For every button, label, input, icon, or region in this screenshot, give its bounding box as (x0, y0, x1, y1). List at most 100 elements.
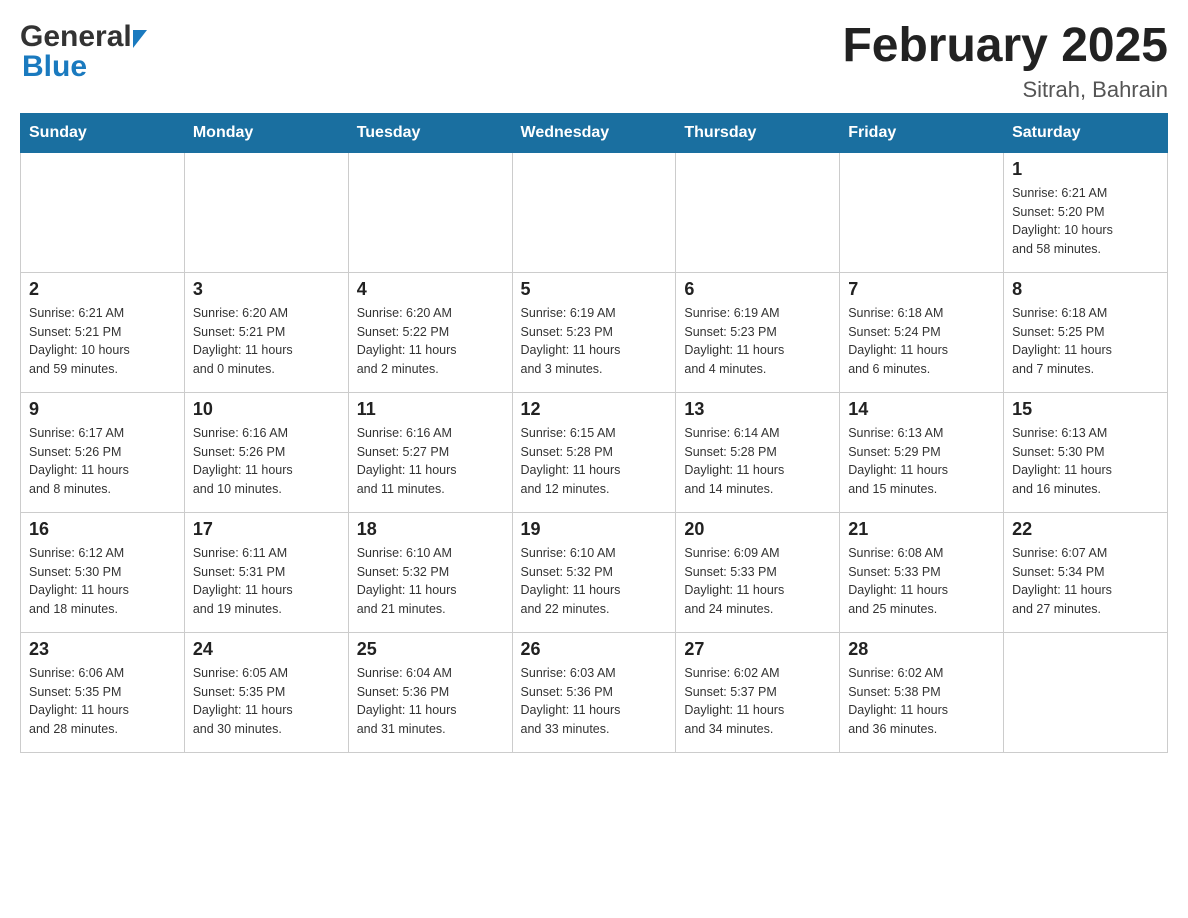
week-row-3: 9 Sunrise: 6:17 AMSunset: 5:26 PMDaylight… (21, 392, 1168, 512)
logo: General Blue (20, 20, 147, 84)
day-info: Sunrise: 6:13 AMSunset: 5:30 PMDaylight:… (1012, 424, 1159, 499)
day-number: 5 (521, 279, 668, 300)
day-cell: 17 Sunrise: 6:11 AMSunset: 5:31 PMDayligh… (184, 512, 348, 632)
day-number: 17 (193, 519, 340, 540)
day-number: 21 (848, 519, 995, 540)
weekday-header-friday: Friday (840, 113, 1004, 152)
day-number: 19 (521, 519, 668, 540)
day-cell: 21 Sunrise: 6:08 AMSunset: 5:33 PMDayligh… (840, 512, 1004, 632)
day-number: 26 (521, 639, 668, 660)
day-info: Sunrise: 6:02 AMSunset: 5:37 PMDaylight:… (684, 664, 831, 739)
day-number: 11 (357, 399, 504, 420)
day-number: 9 (29, 399, 176, 420)
day-cell: 22 Sunrise: 6:07 AMSunset: 5:34 PMDayligh… (1004, 512, 1168, 632)
day-cell: 9 Sunrise: 6:17 AMSunset: 5:26 PMDaylight… (21, 392, 185, 512)
day-cell (348, 152, 512, 272)
week-row-4: 16Sunrise: 6:12 AMSunset: 5:30 PMDayligh… (21, 512, 1168, 632)
day-cell (840, 152, 1004, 272)
day-info: Sunrise: 6:19 AMSunset: 5:23 PMDaylight:… (684, 304, 831, 379)
day-info: Sunrise: 6:05 AMSunset: 5:35 PMDaylight:… (193, 664, 340, 739)
day-info: Sunrise: 6:06 AMSunset: 5:35 PMDaylight:… (29, 664, 176, 739)
day-cell: 7 Sunrise: 6:18 AMSunset: 5:24 PMDaylight… (840, 272, 1004, 392)
day-cell (184, 152, 348, 272)
day-info: Sunrise: 6:08 AMSunset: 5:33 PMDaylight:… (848, 544, 995, 619)
day-number: 20 (684, 519, 831, 540)
day-info: Sunrise: 6:21 AMSunset: 5:20 PMDaylight:… (1012, 184, 1159, 259)
day-info: Sunrise: 6:04 AMSunset: 5:36 PMDaylight:… (357, 664, 504, 739)
logo-arrow-icon (133, 30, 147, 48)
day-cell (21, 152, 185, 272)
day-cell: 6 Sunrise: 6:19 AMSunset: 5:23 PMDaylight… (676, 272, 840, 392)
day-cell: 28 Sunrise: 6:02 AMSunset: 5:38 PMDayligh… (840, 632, 1004, 752)
day-info: Sunrise: 6:02 AMSunset: 5:38 PMDaylight:… (848, 664, 995, 739)
weekday-header-sunday: Sunday (21, 113, 185, 152)
day-cell: 11 Sunrise: 6:16 AMSunset: 5:27 PMDayligh… (348, 392, 512, 512)
day-cell: 13 Sunrise: 6:14 AMSunset: 5:28 PMDayligh… (676, 392, 840, 512)
day-info: Sunrise: 6:18 AMSunset: 5:25 PMDaylight:… (1012, 304, 1159, 379)
day-number: 6 (684, 279, 831, 300)
weekday-header-tuesday: Tuesday (348, 113, 512, 152)
day-info: Sunrise: 6:14 AMSunset: 5:28 PMDaylight:… (684, 424, 831, 499)
day-info: Sunrise: 6:16 AMSunset: 5:26 PMDaylight:… (193, 424, 340, 499)
day-number: 18 (357, 519, 504, 540)
month-title: February 2025 (842, 20, 1168, 73)
day-cell: 12 Sunrise: 6:15 AMSunset: 5:28 PMDayligh… (512, 392, 676, 512)
day-number: 25 (357, 639, 504, 660)
day-info: Sunrise: 6:07 AMSunset: 5:34 PMDaylight:… (1012, 544, 1159, 619)
day-cell: 26 Sunrise: 6:03 AMSunset: 5:36 PMDayligh… (512, 632, 676, 752)
day-number: 27 (684, 639, 831, 660)
day-info: Sunrise: 6:17 AMSunset: 5:26 PMDaylight:… (29, 424, 176, 499)
day-number: 14 (848, 399, 995, 420)
day-number: 7 (848, 279, 995, 300)
logo-blue-text: Blue (22, 50, 87, 84)
day-number: 10 (193, 399, 340, 420)
page-header: General Blue February 2025 Sitrah, Bahra… (20, 20, 1168, 103)
day-cell: 15 Sunrise: 6:13 AMSunset: 5:30 PMDayligh… (1004, 392, 1168, 512)
day-cell: 19 Sunrise: 6:10 AMSunset: 5:32 PMDayligh… (512, 512, 676, 632)
day-number: 22 (1012, 519, 1159, 540)
day-cell: 8Sunrise: 6:18 AMSunset: 5:25 PMDaylight… (1004, 272, 1168, 392)
weekday-header-wednesday: Wednesday (512, 113, 676, 152)
day-cell: 27 Sunrise: 6:02 AMSunset: 5:37 PMDayligh… (676, 632, 840, 752)
day-cell: 25 Sunrise: 6:04 AMSunset: 5:36 PMDayligh… (348, 632, 512, 752)
day-number: 12 (521, 399, 668, 420)
day-number: 16 (29, 519, 176, 540)
day-cell: 18Sunrise: 6:10 AMSunset: 5:32 PMDayligh… (348, 512, 512, 632)
day-info: Sunrise: 6:11 AMSunset: 5:31 PMDaylight:… (193, 544, 340, 619)
day-cell: 14 Sunrise: 6:13 AMSunset: 5:29 PMDayligh… (840, 392, 1004, 512)
weekday-header-row: SundayMondayTuesdayWednesdayThursdayFrid… (21, 113, 1168, 152)
day-number: 1 (1012, 159, 1159, 180)
day-info: Sunrise: 6:18 AMSunset: 5:24 PMDaylight:… (848, 304, 995, 379)
day-number: 28 (848, 639, 995, 660)
day-number: 4 (357, 279, 504, 300)
week-row-2: 2Sunrise: 6:21 AMSunset: 5:21 PMDaylight… (21, 272, 1168, 392)
day-cell: 2Sunrise: 6:21 AMSunset: 5:21 PMDaylight… (21, 272, 185, 392)
day-cell: 4 Sunrise: 6:20 AMSunset: 5:22 PMDaylight… (348, 272, 512, 392)
day-cell: 20 Sunrise: 6:09 AMSunset: 5:33 PMDayligh… (676, 512, 840, 632)
week-row-1: 1 Sunrise: 6:21 AMSunset: 5:20 PMDaylight… (21, 152, 1168, 272)
day-cell: 10 Sunrise: 6:16 AMSunset: 5:26 PMDayligh… (184, 392, 348, 512)
day-info: Sunrise: 6:20 AMSunset: 5:22 PMDaylight:… (357, 304, 504, 379)
day-cell: 5Sunrise: 6:19 AMSunset: 5:23 PMDaylight… (512, 272, 676, 392)
day-info: Sunrise: 6:10 AMSunset: 5:32 PMDaylight:… (521, 544, 668, 619)
weekday-header-thursday: Thursday (676, 113, 840, 152)
day-info: Sunrise: 6:03 AMSunset: 5:36 PMDaylight:… (521, 664, 668, 739)
day-info: Sunrise: 6:09 AMSunset: 5:33 PMDaylight:… (684, 544, 831, 619)
day-cell: 24Sunrise: 6:05 AMSunset: 5:35 PMDayligh… (184, 632, 348, 752)
weekday-header-saturday: Saturday (1004, 113, 1168, 152)
day-info: Sunrise: 6:13 AMSunset: 5:29 PMDaylight:… (848, 424, 995, 499)
day-info: Sunrise: 6:20 AMSunset: 5:21 PMDaylight:… (193, 304, 340, 379)
location-text: Sitrah, Bahrain (842, 77, 1168, 103)
day-number: 15 (1012, 399, 1159, 420)
day-info: Sunrise: 6:16 AMSunset: 5:27 PMDaylight:… (357, 424, 504, 499)
day-cell: 3 Sunrise: 6:20 AMSunset: 5:21 PMDaylight… (184, 272, 348, 392)
week-row-5: 23Sunrise: 6:06 AMSunset: 5:35 PMDayligh… (21, 632, 1168, 752)
weekday-header-monday: Monday (184, 113, 348, 152)
logo-general-text: General (20, 20, 132, 54)
day-cell: 23Sunrise: 6:06 AMSunset: 5:35 PMDayligh… (21, 632, 185, 752)
day-number: 2 (29, 279, 176, 300)
day-number: 13 (684, 399, 831, 420)
day-number: 3 (193, 279, 340, 300)
day-cell (676, 152, 840, 272)
day-info: Sunrise: 6:15 AMSunset: 5:28 PMDaylight:… (521, 424, 668, 499)
